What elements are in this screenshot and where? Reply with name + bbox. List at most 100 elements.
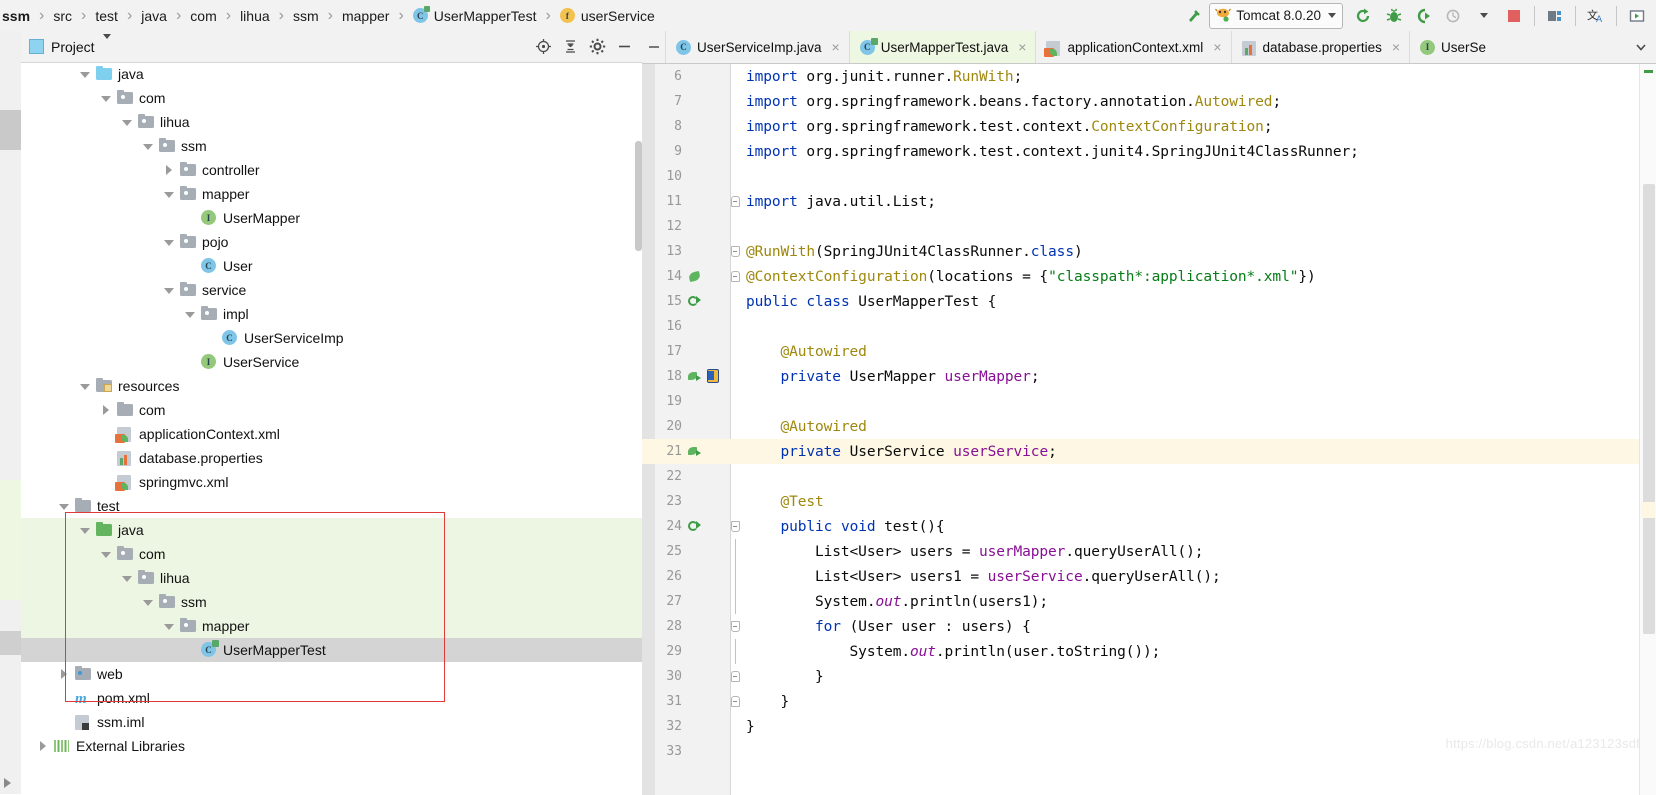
code-line[interactable]: 28 for (User user : users) { <box>642 614 1656 639</box>
code-line[interactable]: 31 } <box>642 689 1656 714</box>
minimize-icon[interactable] <box>611 35 638 59</box>
code-line[interactable]: 14 @ContextConfiguration(locations = {"cl… <box>642 264 1656 289</box>
code-line[interactable]: 23 @Test <box>642 489 1656 514</box>
strip-expand-icon[interactable] <box>4 778 11 788</box>
tree-node-springmvc-xml[interactable]: springmvc.xml <box>21 470 642 494</box>
profile-button[interactable] <box>1439 3 1469 29</box>
breadcrumb-item-lihua[interactable]: lihua <box>240 0 270 31</box>
chevron-down-icon[interactable] <box>101 93 112 104</box>
code-line[interactable]: 22 <box>642 464 1656 489</box>
close-icon[interactable]: × <box>1018 39 1026 55</box>
editor-tab-applicationcontext-xml[interactable]: applicationContext.xml × <box>1035 31 1230 63</box>
editor-marker-bar[interactable] <box>1639 64 1656 795</box>
tree-node-com[interactable]: com <box>21 542 642 566</box>
chevron-right-icon[interactable] <box>164 164 175 176</box>
run-with-coverage-button[interactable] <box>1409 3 1439 29</box>
preview-button[interactable] <box>1622 3 1652 29</box>
breadcrumb-item-src[interactable]: src <box>53 0 72 31</box>
breadcrumb[interactable]: ssm › src › test › java › com › lihua › ssm › mapper › C… <box>0 0 655 31</box>
code-line[interactable]: 7 import org.springframework.beans.factor… <box>642 89 1656 114</box>
code-line[interactable]: 9 import org.springframework.test.context… <box>642 139 1656 164</box>
tree-node-test[interactable]: test <box>21 494 642 518</box>
tree-node-external-libraries[interactable]: External Libraries <box>21 734 642 758</box>
code-folding-marker[interactable] <box>728 521 742 532</box>
code-line[interactable]: 20 @Autowired <box>642 414 1656 439</box>
profile-dropdown-caret[interactable] <box>1469 3 1499 29</box>
chevron-right-icon[interactable] <box>59 668 70 680</box>
chevron-down-icon[interactable] <box>80 69 91 80</box>
project-scrollbar-thumb[interactable] <box>635 141 642 251</box>
spring-bean-icon[interactable] <box>706 369 721 384</box>
code-line[interactable]: 17 @Autowired <box>642 339 1656 364</box>
minus-icon[interactable] <box>642 31 665 63</box>
code-line[interactable]: 18 private UserMapper userMapper; <box>642 364 1656 389</box>
code-line[interactable]: 24 public void test(){ <box>642 514 1656 539</box>
code-line[interactable]: 15 public class UserMapperTest { <box>642 289 1656 314</box>
code-line[interactable]: 11 import java.util.List; <box>642 189 1656 214</box>
chevron-down-icon[interactable] <box>164 285 175 296</box>
tree-node-com[interactable]: com <box>21 86 642 110</box>
tree-node-database-properties[interactable]: database.properties <box>21 446 642 470</box>
code-line[interactable]: 12 <box>642 214 1656 239</box>
chevron-down-icon[interactable] <box>164 189 175 200</box>
breadcrumb-item-userservice[interactable]: f userService <box>559 0 655 31</box>
tree-node-java[interactable]: java <box>21 518 642 542</box>
tree-node-ssm-iml[interactable]: ssm.iml <box>21 710 642 734</box>
translate-button[interactable]: 文 A <box>1581 3 1611 29</box>
close-icon[interactable]: × <box>1392 39 1400 55</box>
run-test-icon[interactable] <box>688 520 702 534</box>
breadcrumb-item-com[interactable]: com <box>190 0 216 31</box>
tree-node-impl[interactable]: impl <box>21 302 642 326</box>
code-line[interactable]: 19 <box>642 389 1656 414</box>
chevron-down-icon[interactable] <box>1328 13 1336 18</box>
tree-node-com[interactable]: com <box>21 398 642 422</box>
editor-tab-database-properties[interactable]: database.properties × <box>1230 31 1410 63</box>
code-line[interactable]: 10 <box>642 164 1656 189</box>
code-line[interactable]: 26 List<User> users1 = userService.query… <box>642 564 1656 589</box>
chevron-down-icon[interactable] <box>185 309 196 320</box>
collapse-all-icon[interactable] <box>557 35 584 59</box>
spring-bean-leaf-icon[interactable] <box>688 270 702 283</box>
chevron-down-icon[interactable] <box>164 621 175 632</box>
editor-tab-usermappertest-java[interactable]: C UserMapperTest.java × <box>848 31 1036 63</box>
tree-node-ssm[interactable]: ssm <box>21 134 642 158</box>
breadcrumb-item-test[interactable]: test <box>95 0 118 31</box>
tree-node-lihua[interactable]: lihua <box>21 110 642 134</box>
tree-node-web[interactable]: web <box>21 662 642 686</box>
chevron-down-icon[interactable] <box>143 597 154 608</box>
tree-node-pojo[interactable]: pojo <box>21 230 642 254</box>
tree-node-service[interactable]: service <box>21 278 642 302</box>
code-folding-marker[interactable] <box>728 271 742 282</box>
tree-node-userserviceimp[interactable]: C UserServiceImp <box>21 326 642 350</box>
run-button[interactable] <box>1349 3 1379 29</box>
tree-node-mapper[interactable]: mapper <box>21 182 642 206</box>
project-view-chevron-icon[interactable] <box>102 34 111 54</box>
run-test-icon[interactable] <box>688 295 702 309</box>
code-folding-marker[interactable] <box>728 564 742 589</box>
chevron-down-icon[interactable] <box>80 381 91 392</box>
spring-implements-icon[interactable] <box>688 445 704 459</box>
chevron-down-icon[interactable] <box>122 117 133 128</box>
chevron-down-icon[interactable] <box>101 549 112 560</box>
breadcrumb-item-mapper[interactable]: mapper <box>342 0 389 31</box>
project-tree[interactable]: java com lihua ssm controller mapper I UserMapp… <box>21 62 642 794</box>
locate-icon[interactable] <box>530 35 557 59</box>
tree-node-mapper[interactable]: mapper <box>21 614 642 638</box>
code-folding-marker[interactable] <box>728 671 742 682</box>
chevron-down-icon[interactable] <box>1634 31 1656 63</box>
chevron-right-icon[interactable] <box>38 740 49 752</box>
tree-node-applicationcontext-xml[interactable]: applicationContext.xml <box>21 422 642 446</box>
chevron-down-icon[interactable] <box>59 501 70 512</box>
settings-gear-icon[interactable] <box>584 35 611 59</box>
breadcrumb-item-ssm[interactable]: ssm <box>0 0 30 31</box>
code-line[interactable]: 6 import org.junit.runner.RunWith; <box>642 64 1656 89</box>
close-icon[interactable]: × <box>1213 39 1221 55</box>
breadcrumb-item-java[interactable]: java <box>141 0 167 31</box>
stop-button[interactable] <box>1499 3 1529 29</box>
chevron-down-icon[interactable] <box>80 525 91 536</box>
debug-button[interactable] <box>1379 3 1409 29</box>
close-icon[interactable]: × <box>832 39 840 55</box>
tree-node-resources[interactable]: resources <box>21 374 642 398</box>
build-hammer-icon[interactable] <box>1179 3 1209 29</box>
tree-node-usermapper[interactable]: I UserMapper <box>21 206 642 230</box>
